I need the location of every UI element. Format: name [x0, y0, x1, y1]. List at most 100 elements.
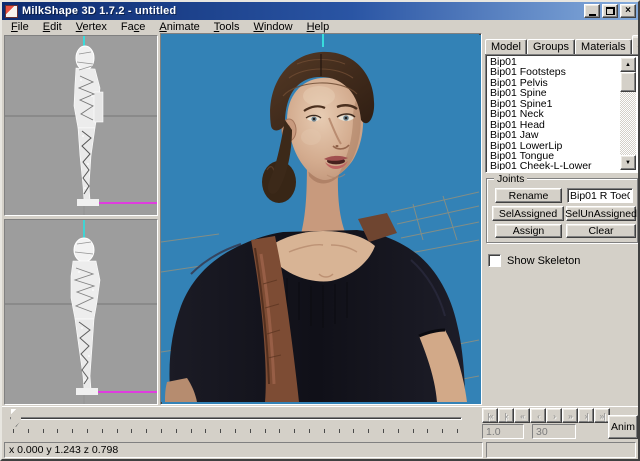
timeline-tick: [57, 429, 59, 433]
timeline-slider-track[interactable]: [10, 417, 462, 420]
timeline-tick: [249, 429, 251, 433]
wireframe-view-top: [5, 36, 157, 215]
milkshape-window: MilkShape 3D 1.7.2 - untitled × File Edit…: [0, 0, 640, 461]
joint-list-item[interactable]: Bip01 Jaw: [488, 130, 620, 141]
app-icon: [5, 4, 18, 18]
scrollbar-down-button[interactable]: ▼: [620, 155, 636, 170]
viewport-perspective-3d[interactable]: [160, 33, 482, 405]
timeline-tick: [397, 429, 399, 433]
timeline-tick: [338, 429, 340, 433]
restore-icon: [605, 7, 615, 15]
menu-window[interactable]: Window: [246, 20, 299, 34]
joints-list-scrollbar[interactable]: ▲ ▼: [620, 57, 636, 170]
next-keyframe-button[interactable]: ›|: [578, 408, 594, 423]
current-frame-field[interactable]: [482, 424, 524, 439]
menu-help[interactable]: Help: [300, 20, 337, 34]
timeline-tick: [116, 429, 118, 433]
joints-listbox[interactable]: Bip01 Bip01 Footsteps Bip01 Pelvis Bip01 Sp…: [485, 54, 638, 173]
right-panel: ModelGroupsMaterialsJoints Bip01Bip01 Fo…: [483, 33, 638, 407]
arrow-up-icon: ▲: [625, 61, 631, 68]
wireframe-view-bottom: [5, 220, 157, 404]
timeline-tick: [205, 429, 207, 433]
timeline-tick: [264, 429, 266, 433]
menu-vertex[interactable]: Vertex: [69, 20, 114, 34]
titlebar[interactable]: MilkShape 3D 1.7.2 - untitled ×: [2, 2, 638, 20]
timeline-tick: [131, 429, 133, 433]
rename-button[interactable]: Rename: [495, 188, 562, 203]
timeline-tick: [175, 429, 177, 433]
textured-model-view: [161, 34, 479, 402]
close-button[interactable]: ×: [620, 4, 636, 18]
previous-keyframe-button[interactable]: |‹: [498, 408, 514, 423]
viewport-side-bottom[interactable]: [4, 219, 158, 405]
anim-button[interactable]: Anim: [608, 415, 638, 439]
groupbox-title: Joints: [494, 173, 528, 185]
timeline-tick: [72, 429, 74, 433]
timeline-tick: [442, 429, 444, 433]
menu-animate[interactable]: Animate: [152, 20, 206, 34]
show-skeleton-checkbox[interactable]: [488, 254, 501, 267]
scrollbar-thumb[interactable]: [620, 72, 636, 92]
timeline-tick: [353, 429, 355, 433]
fast-forward-button[interactable]: »: [562, 408, 578, 423]
timeline-tick: [412, 429, 414, 433]
tab-model[interactable]: Model: [485, 39, 527, 54]
timeline-tick: [427, 429, 429, 433]
go-to-start-button[interactable]: |«: [482, 408, 498, 423]
timeline-tick: [13, 429, 14, 433]
timeline-tick: [220, 429, 222, 433]
timeline-tick: [323, 429, 325, 433]
joint-list-item[interactable]: Bip01 Cheek-L-Lower: [488, 161, 620, 170]
step-forward-button[interactable]: ›: [546, 408, 562, 423]
timeline-tick: [42, 429, 44, 433]
timeline-tick: [279, 429, 281, 433]
timeline-tick: [368, 429, 370, 433]
assign-button[interactable]: Assign: [495, 224, 562, 238]
tab-groups[interactable]: Groups: [526, 39, 576, 54]
menu-file[interactable]: File: [4, 20, 36, 34]
menubar: File Edit Vertex Face Animate Tools Window Help: [2, 20, 638, 34]
timeline-tick: [101, 429, 103, 433]
joints-groupbox: Joints Rename SelAssigned SelUnAssigned …: [486, 173, 638, 243]
rewind-button[interactable]: «: [514, 408, 530, 423]
menu-tools[interactable]: Tools: [207, 20, 247, 34]
playback-controls: |« |‹ «‹ ›» ›| »|: [482, 408, 610, 423]
timeline-tick: [383, 429, 384, 433]
timeline-ticks: [13, 429, 461, 435]
scrollbar-up-button[interactable]: ▲: [620, 57, 636, 72]
menu-face[interactable]: Face: [114, 20, 152, 34]
step-back-button[interactable]: ‹: [530, 408, 546, 423]
sel-unassigned-button[interactable]: SelUnAssigned: [565, 206, 637, 221]
timeline-tick: [146, 429, 148, 433]
timeline-tick: [309, 429, 310, 433]
statusbar: x 0.000 y 1.243 z 0.798: [2, 440, 638, 459]
show-skeleton-option: Show Skeleton: [488, 254, 580, 267]
joint-name-input[interactable]: [567, 188, 633, 203]
timeline-tick: [190, 429, 192, 433]
minimize-button[interactable]: [584, 4, 600, 18]
clear-button[interactable]: Clear: [566, 224, 636, 238]
timeline-tick: [27, 429, 29, 433]
panel-tabs: ModelGroupsMaterialsJoints: [485, 35, 638, 54]
timeline-tick: [235, 429, 236, 433]
timeline-slider-thumb[interactable]: [11, 409, 21, 427]
menu-edit[interactable]: Edit: [36, 20, 69, 34]
timeline-tick: [161, 429, 162, 433]
status-secondary-panel: [486, 442, 636, 458]
tab-joints[interactable]: Joints: [631, 35, 638, 54]
status-coordinates: x 0.000 y 1.243 z 0.798: [4, 442, 483, 458]
show-skeleton-label: Show Skeleton: [507, 254, 581, 267]
timeline-tick: [87, 429, 88, 433]
arrow-down-icon: ▼: [625, 159, 631, 166]
sel-assigned-button[interactable]: SelAssigned: [492, 206, 564, 221]
timeline-tick: [457, 429, 458, 433]
tab-materials[interactable]: Materials: [575, 39, 632, 54]
viewport-side-top[interactable]: [4, 35, 158, 216]
timeline-tick: [294, 429, 296, 433]
close-icon: ×: [625, 5, 631, 16]
joints-list-rows: Bip01 Bip01 Footsteps Bip01 Pelvis Bip01 Sp…: [488, 57, 620, 170]
restore-button[interactable]: [602, 4, 618, 18]
timeline-bar: |«|‹«‹›»›|»| Anim: [2, 406, 638, 440]
total-frames-field[interactable]: [532, 424, 576, 439]
minimize-icon: [588, 13, 596, 16]
